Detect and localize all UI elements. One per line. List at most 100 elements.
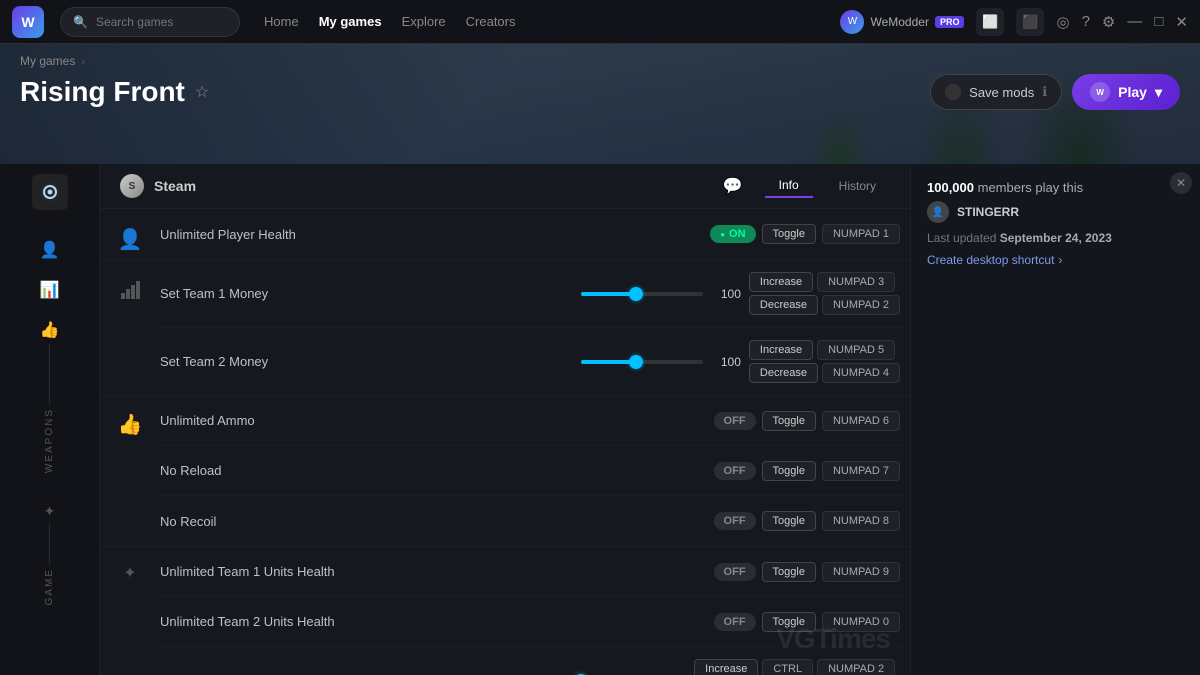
player-mod-items: Unlimited Player Health ON Toggle NUMPAD… [160, 209, 910, 259]
sidebar-weapons-group: 👍 Weapons [40, 320, 60, 473]
mod-group-weapons: 👍 Unlimited Ammo OFF Toggle NUMPAD 6 No … [100, 396, 910, 547]
save-mods-button[interactable]: Save mods ℹ [930, 74, 1062, 110]
nav-home[interactable]: Home [264, 14, 299, 29]
user-badge: W WeModder PRO [840, 10, 964, 34]
breadcrumb-parent[interactable]: My games [20, 54, 75, 68]
chat-icon[interactable]: 💬 [723, 176, 743, 196]
discord-icon[interactable]: ◎ [1056, 13, 1069, 31]
key-toggle-reload[interactable]: Toggle [762, 461, 816, 481]
sidebar-player-icon[interactable]: 👤 [40, 240, 60, 260]
mod-name-team2-units-health: Unlimited Team 2 Units Health [160, 614, 714, 629]
key-numpad2-team1[interactable]: NUMPAD 2 [822, 295, 900, 315]
key-toggle-t1health[interactable]: Toggle [762, 562, 816, 582]
key-toggle-ammo[interactable]: Toggle [762, 411, 816, 431]
toggle-unlimited-ammo[interactable]: OFF [714, 412, 756, 430]
platform-tabs: 💬 Info History [723, 174, 890, 198]
mod-item-no-reload: No Reload OFF Toggle NUMPAD 7 [160, 446, 910, 496]
content-scroll: S Steam 💬 Info History 👤 Unlimited Playe… [100, 164, 910, 675]
members-count: 100,000 members play this [927, 180, 1184, 195]
key-increase-speed[interactable]: Increase [694, 659, 758, 675]
key-decrease-team1-money[interactable]: Decrease [749, 295, 818, 315]
download-icon[interactable]: ⬛ [1016, 8, 1044, 36]
user-name: WeModder [870, 15, 928, 29]
steam-platform-icon[interactable] [32, 174, 68, 210]
create-shortcut-link[interactable]: Create desktop shortcut › [927, 253, 1184, 267]
maximize-icon[interactable]: □ [1154, 13, 1163, 30]
key-numpad0-t2health[interactable]: NUMPAD 0 [822, 612, 900, 632]
game-title-row: Rising Front ☆ Save mods ℹ W Play ▾ [0, 68, 1200, 116]
mod-item-team2-money: Set Team 2 Money 100 [160, 328, 910, 395]
key-toggle-t2health[interactable]: Toggle [762, 612, 816, 632]
key-numpad2-speed[interactable]: NUMPAD 2 [817, 659, 895, 675]
game-title: Rising Front [20, 76, 185, 108]
save-mods-toggle-icon [945, 84, 961, 100]
game-group-icon: ✦ [100, 547, 160, 675]
main-layout: 👤 📊 👍 Weapons ✦ Game S Steam [0, 164, 1200, 675]
key-numpad8-recoil[interactable]: NUMPAD 8 [822, 511, 900, 531]
close-icon[interactable]: ✕ [1175, 13, 1188, 31]
settings-icon[interactable]: ⚙ [1102, 13, 1115, 31]
mod-name-team1-units-health: Unlimited Team 1 Units Health [160, 564, 714, 579]
key-increase-team2-money[interactable]: Increase [749, 340, 813, 360]
key-decrease-team2-money[interactable]: Decrease [749, 363, 818, 383]
slider-team2-money-value: 100 [713, 355, 741, 369]
favorite-star-icon[interactable]: ☆ [195, 82, 209, 102]
last-updated: Last updated September 24, 2023 [927, 231, 1184, 245]
help-icon[interactable]: ? [1082, 13, 1090, 30]
key-ctrl-increase-speed[interactable]: CTRL [762, 659, 813, 675]
app-logo[interactable]: W [12, 6, 44, 38]
sidebar-game-icon[interactable]: ✦ [44, 503, 56, 520]
key-numpad1-player-health[interactable]: NUMPAD 1 [822, 224, 900, 244]
key-numpad9-t1health[interactable]: NUMPAD 9 [822, 562, 900, 582]
platform-name: Steam [154, 178, 196, 194]
play-dropdown-icon: ▾ [1155, 84, 1162, 101]
toggle-team2-units-health[interactable]: OFF [714, 613, 756, 631]
sidebar-game-group: ✦ Game [44, 503, 56, 605]
controller-icon[interactable]: ⬜ [976, 8, 1004, 36]
mods-list: 👤 Unlimited Player Health ON Toggle NUMP… [100, 209, 910, 675]
mod-name-no-reload: No Reload [160, 463, 714, 478]
sidebar-money-icon[interactable]: 📊 [40, 280, 60, 300]
search-box[interactable]: 🔍 [60, 7, 240, 37]
info-panel: ✕ 100,000 members play this 👤 STINGERR L… [910, 164, 1200, 675]
slider-team1-money[interactable]: 100 [581, 287, 741, 301]
pro-badge: PRO [935, 16, 965, 28]
nav-my-games[interactable]: My games [319, 14, 382, 29]
key-increase-team1-money[interactable]: Increase [749, 272, 813, 292]
mod-controls-unlimited-ammo: OFF Toggle NUMPAD 6 [714, 411, 900, 431]
mod-name-unlimited-player-health: Unlimited Player Health [160, 227, 710, 242]
key-numpad6-ammo[interactable]: NUMPAD 6 [822, 411, 900, 431]
key-toggle-recoil[interactable]: Toggle [762, 511, 816, 531]
toggle-unlimited-player-health[interactable]: ON [710, 225, 755, 243]
nav-creators[interactable]: Creators [466, 14, 516, 29]
mod-item-unlimited-ammo: Unlimited Ammo OFF Toggle NUMPAD 6 [160, 396, 910, 446]
platform-header: S Steam 💬 Info History [100, 164, 910, 209]
arrow-right-icon: › [1058, 253, 1062, 267]
minimize-icon[interactable]: — [1127, 13, 1142, 30]
toggle-no-recoil[interactable]: OFF [714, 512, 756, 530]
header-actions: Save mods ℹ W Play ▾ [930, 74, 1180, 110]
key-toggle-player-health[interactable]: Toggle [762, 224, 816, 244]
tab-info[interactable]: Info [765, 174, 813, 198]
key-numpad5-team2[interactable]: NUMPAD 5 [817, 340, 895, 360]
search-input[interactable] [96, 15, 226, 29]
info-close-button[interactable]: ✕ [1170, 172, 1192, 194]
key-numpad3-team1[interactable]: NUMPAD 3 [817, 272, 895, 292]
mod-controls-team2-money: 100 Increase NUMPAD 5 Decrease [581, 340, 900, 383]
mod-group-money: Set Team 1 Money 100 [100, 260, 910, 396]
sidebar-weapons-label: Weapons [44, 408, 55, 473]
play-button[interactable]: W Play ▾ [1072, 74, 1180, 110]
sidebar-weapons-icon[interactable]: 👍 [40, 320, 60, 340]
slider-team2-money[interactable]: 100 [581, 355, 741, 369]
nav-links: Home My games Explore Creators [264, 14, 516, 29]
author-name: STINGERR [957, 205, 1019, 219]
nav-explore[interactable]: Explore [402, 14, 446, 29]
toggle-team1-units-health[interactable]: OFF [714, 563, 756, 581]
toggle-no-reload[interactable]: OFF [714, 462, 756, 480]
key-numpad7-reload[interactable]: NUMPAD 7 [822, 461, 900, 481]
mod-name-team2-money: Set Team 2 Money [160, 354, 581, 369]
mod-item-team1-money: Set Team 1 Money 100 [160, 260, 910, 328]
tab-history[interactable]: History [825, 175, 890, 197]
key-numpad4-team2[interactable]: NUMPAD 4 [822, 363, 900, 383]
platform-logo: S [120, 174, 144, 198]
